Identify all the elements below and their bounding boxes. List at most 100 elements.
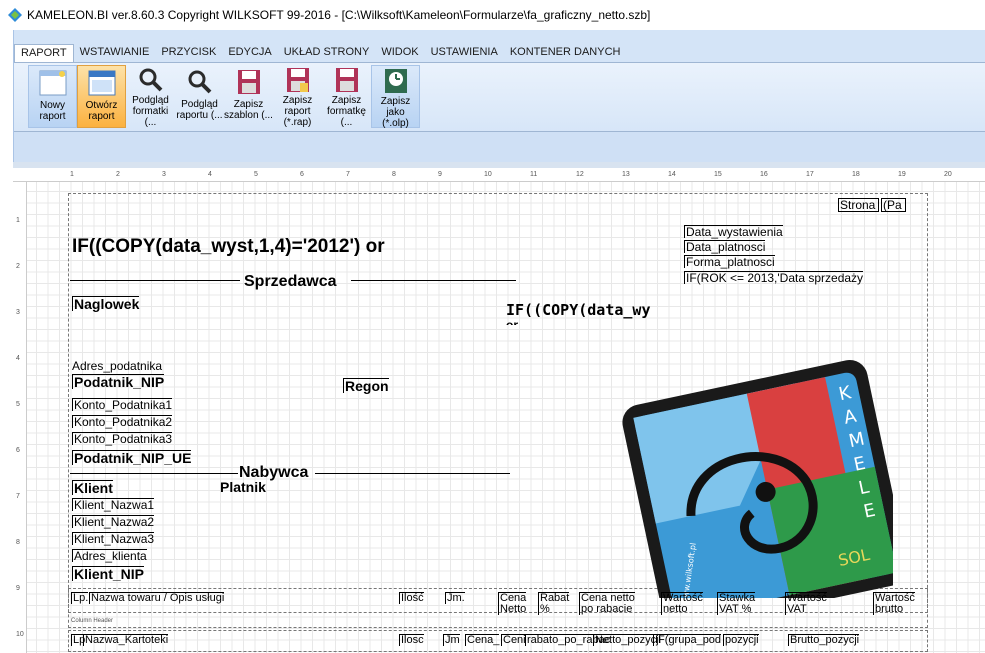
save-template-button[interactable]: Zapisz szablon (... — [224, 65, 273, 128]
column-header-cell[interactable]: Wartość brutto — [873, 592, 915, 615]
detail-field[interactable]: IF(grupa_pod — [653, 634, 722, 646]
regon-field[interactable]: Regon — [343, 378, 389, 393]
vertical-ruler: 1 2 3 4 5 6 7 8 9 10 — [13, 182, 27, 653]
save-report-label2: raport (*.rap) — [283, 106, 312, 128]
taxpayer-account-2[interactable]: Konto_Podatnika2 — [72, 415, 173, 428]
new-report-label2: raport — [39, 111, 66, 122]
invoice-title-formula[interactable]: IF((COPY(data_wyst,1,4)='2012') or — [72, 237, 385, 256]
detail-field[interactable]: Ceni — [501, 634, 526, 646]
taxpayer-address-field[interactable]: Adres_podatnika — [72, 360, 162, 372]
save-form-label: Zapisz — [331, 95, 362, 106]
magnifier-icon — [139, 68, 162, 92]
column-header-cell[interactable]: Nazwa towaru / Opis usługi — [89, 592, 225, 604]
tab-edycja[interactable]: EDYCJA — [222, 44, 277, 62]
ruler-tick: 4 — [208, 171, 212, 178]
ruler-tick: 3 — [162, 171, 166, 178]
tab-kontener-danych[interactable]: KONTENER DANYCH — [504, 44, 627, 62]
magnifier-icon — [188, 70, 211, 94]
seller-line-right — [351, 280, 516, 281]
save-as-olp-button[interactable]: Zapisz jako (*.olp) — [371, 65, 420, 129]
taxpayer-account-1[interactable]: Konto_Podatnika1 — [72, 398, 173, 411]
save-report-button[interactable]: Zapisz raport (*.rap) — [273, 65, 322, 128]
client-heading[interactable]: Klient — [72, 480, 113, 495]
column-header-cell[interactable]: Ilość — [399, 592, 424, 604]
tab-uklad-strony[interactable]: UKŁAD STRONY — [278, 44, 376, 62]
window-title: KAMELEON.BI ver.8.60.3 Copyright WILKSOF… — [27, 8, 651, 22]
horizontal-ruler: 1 2 3 4 5 6 7 8 9 10 11 12 13 14 15 16 17 18 19 20 — [13, 168, 985, 182]
detail-field[interactable]: Ilosc — [399, 634, 424, 646]
page-label[interactable]: Strona — [838, 198, 880, 212]
preview-report-button[interactable]: Podgląd raportu (... — [175, 65, 224, 128]
ruler-tick: 1 — [16, 217, 20, 224]
floppy-disk-icon — [237, 70, 260, 94]
payment-method-field[interactable]: Forma_platnosci — [684, 255, 775, 268]
taxpayer-account-3[interactable]: Konto_Podatnika3 — [72, 432, 173, 445]
detail-field[interactable]: Jm — [443, 634, 460, 646]
detail-field[interactable]: Brutto_pozycji — [788, 634, 860, 646]
client-nip-field[interactable]: Klient_NIP — [72, 566, 145, 581]
save-form-button[interactable]: Zapisz formatkę (... — [322, 65, 371, 128]
open-report-label2: raport — [88, 111, 115, 122]
detail-field[interactable]: pozycji — [723, 634, 759, 646]
buyer-line-left — [70, 473, 238, 474]
column-header-cell[interactable]: Stawka VAT % — [717, 592, 756, 615]
detail-field[interactable]: Nazwa_Kartoteki — [83, 634, 169, 646]
column-header-cell[interactable]: Jm. — [445, 592, 465, 604]
taxpayer-nip-field[interactable]: Podatnik_NIP — [72, 374, 165, 389]
tab-raport[interactable]: RAPORT — [14, 44, 74, 62]
ruler-tick: 4 — [16, 355, 20, 362]
column-header-cell[interactable]: Cena Netto — [498, 592, 527, 615]
ruler-tick: 6 — [300, 171, 304, 178]
client-name-3[interactable]: Klient_Nazwa3 — [72, 532, 155, 545]
ruler-tick: 19 — [898, 171, 906, 178]
design-workspace: 1 2 3 4 5 6 7 8 9 10 11 12 13 14 15 16 17 18 19 20 12345678… — [13, 162, 985, 653]
detail-field[interactable]: Netto_pozycji — [593, 634, 662, 646]
column-header-cell[interactable]: Wartość VAT — [785, 592, 827, 615]
new-report-button[interactable]: Nowy raport — [28, 65, 77, 128]
preview-form-button[interactable]: Podgląd formatki (... — [126, 65, 175, 128]
save-report-label: Zapisz — [282, 95, 313, 106]
ruler-tick: 17 — [806, 171, 814, 178]
header-field[interactable]: Naglowek — [72, 296, 140, 311]
ruler-tick: 7 — [346, 171, 350, 178]
tab-widok[interactable]: WIDOK — [375, 44, 424, 62]
seller-heading[interactable]: Sprzedawca — [244, 274, 336, 290]
ruler-tick: 9 — [438, 171, 442, 178]
column-header-cell[interactable]: Rabat% — [538, 592, 570, 615]
payer-heading[interactable]: Platnik — [220, 480, 266, 494]
client-name-2[interactable]: Klient_Nazwa2 — [72, 515, 155, 528]
ruler-tick: 1 — [70, 171, 74, 178]
title-formula-2[interactable]: IF((COPY(data_wy — [506, 303, 651, 318]
tab-przycisk[interactable]: PRZYCISK — [155, 44, 222, 62]
title-formula-2-cont: or — [506, 319, 518, 325]
payment-date-field[interactable]: Data_platnosci — [684, 240, 766, 253]
open-report-button[interactable]: Otwórz raport — [77, 65, 126, 128]
detail-field[interactable]: Cena_ — [465, 634, 500, 646]
ruler-tick: 2 — [116, 171, 120, 178]
tab-wstawianie[interactable]: WSTAWIANIE — [74, 44, 156, 62]
column-header-cell[interactable]: Cena netto po rabacie — [579, 592, 635, 615]
client-name-1[interactable]: Klient_Nazwa1 — [72, 498, 155, 511]
report-page[interactable]: 1 2 3 4 5 6 7 8 9 10 11 12 13 14 15 16 17 18 19 20 12345678… — [13, 168, 985, 653]
ruler-tick: 14 — [668, 171, 676, 178]
kameleon-logo-image[interactable]: K A M E L E SOL www.wilksoft.pl — [613, 340, 893, 598]
ribbon-subbar — [14, 132, 985, 162]
seller-line-left — [70, 280, 240, 281]
column-header-cell[interactable]: Lp. — [71, 592, 89, 604]
tab-ustawienia[interactable]: USTAWIENIA — [425, 44, 504, 62]
title-bar: KAMELEON.BI ver.8.60.3 Copyright WILKSOF… — [0, 0, 985, 30]
open-report-label: Otwórz — [85, 100, 118, 111]
client-address-field[interactable]: Adres_klienta — [72, 549, 147, 562]
taxpayer-nip-ue-field[interactable]: Podatnik_NIP_UE — [72, 450, 192, 465]
floppy-disk-icon — [335, 68, 358, 92]
issue-date-field[interactable]: Data_wystawienia — [684, 225, 783, 238]
page-number-field[interactable]: (Pa — [881, 198, 906, 212]
sale-date-formula[interactable]: IF(ROK <= 2013,'Data sprzedaży — [684, 271, 864, 284]
ruler-tick: 10 — [16, 631, 24, 638]
ruler-tick: 11 — [530, 171, 538, 178]
save-as-olp-label: Zapisz — [380, 96, 411, 107]
save-template-label2: szablon (... — [224, 110, 273, 121]
ruler-tick: 15 — [714, 171, 722, 178]
ruler-tick: 3 — [16, 309, 20, 316]
column-header-cell[interactable]: Wartość netto — [661, 592, 703, 615]
